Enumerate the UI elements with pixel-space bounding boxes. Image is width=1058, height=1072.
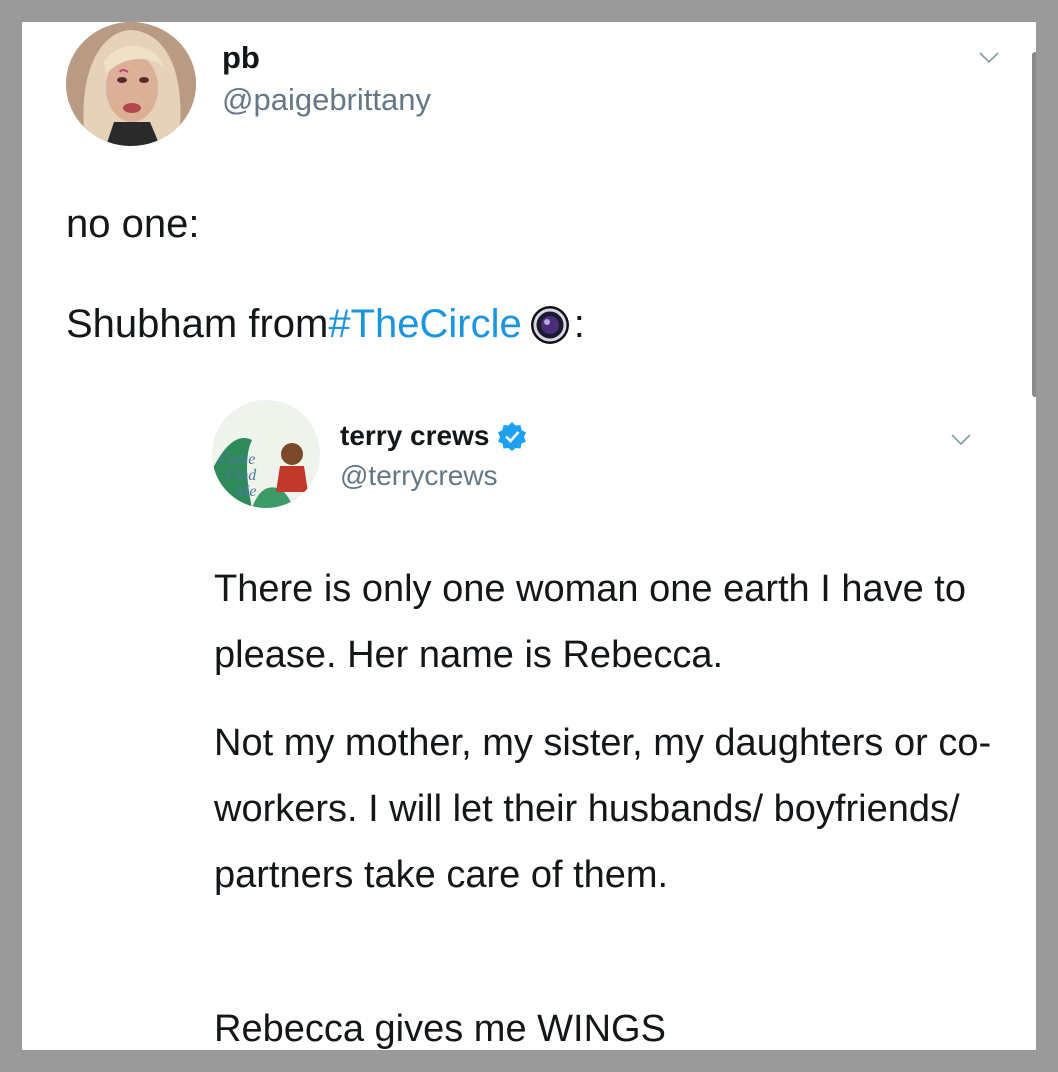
circle-eye-icon — [530, 305, 569, 344]
avatar[interactable] — [66, 22, 196, 146]
hashtag-link[interactable]: #TheCircle — [328, 302, 521, 347]
quoted-name-text: terry crews — [340, 420, 490, 451]
tweet-text-line-2: Shubham from #TheCircle : — [66, 302, 585, 347]
chevron-down-icon[interactable] — [950, 428, 972, 450]
quoted-paragraph-2: Not my mother, my sister, my daughters o… — [214, 722, 992, 896]
avatar-image — [66, 22, 196, 146]
quoted-avatar[interactable]: Come Find Me — [212, 400, 320, 508]
line2-suffix: : — [573, 302, 585, 346]
tweet-text-line-1: no one: — [66, 202, 200, 246]
line2-prefix: Shubham from — [66, 302, 329, 346]
quoted-avatar-image: Come Find Me — [212, 400, 320, 508]
tweet-card: pb @paigebrittany no one: Shubham from #… — [22, 22, 1036, 1050]
verified-badge-icon — [498, 422, 527, 451]
svg-text:Come: Come — [218, 451, 255, 468]
quoted-user-handle[interactable]: @terrycrews — [340, 460, 498, 492]
quoted-paragraph-1: There is only one woman one earth I have… — [214, 568, 967, 676]
scrollbar[interactable] — [1032, 52, 1036, 397]
quoted-paragraph-3: Rebecca gives me WINGS — [214, 1008, 666, 1050]
display-name[interactable]: pb — [222, 40, 260, 76]
svg-text:Find: Find — [225, 467, 257, 484]
svg-text:Me: Me — [235, 483, 256, 500]
chevron-down-icon[interactable] — [978, 46, 1000, 68]
quoted-display-name[interactable]: terry crews — [340, 420, 527, 452]
user-handle[interactable]: @paigebrittany — [222, 82, 431, 118]
